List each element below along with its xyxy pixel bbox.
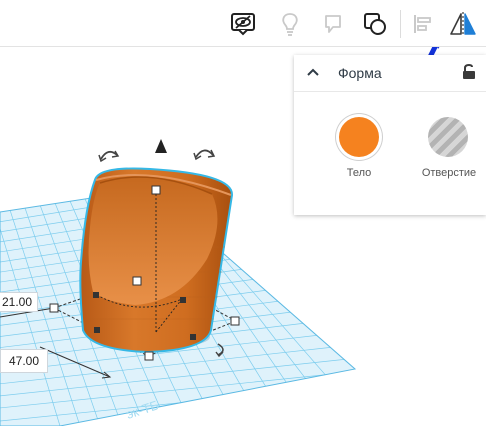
top-toolbar [0,0,486,47]
corner-handle-front [144,351,154,361]
corner-handle-left [49,303,59,313]
width-dimension-label[interactable]: 21.00 [0,292,39,312]
group-icon[interactable] [357,6,393,42]
eye-toggle-icon[interactable] [225,6,261,42]
shape-panel-title: Форма [338,65,382,81]
corner-handle-right [230,316,240,326]
top-height-handle [151,185,161,195]
orange-cylinder-shape[interactable] [79,167,233,354]
length-dimension-label[interactable]: 47.00 [0,349,49,373]
mirror-icon[interactable] [445,6,481,42]
align-icon[interactable] [405,6,441,42]
edge-handle-left [93,292,99,298]
lightbulb-icon[interactable] [272,6,308,42]
shape-panel: Форма Тело Отверстие [294,55,486,215]
speech-bubble-icon[interactable] [315,6,351,42]
edge-handle-front-left [94,327,100,333]
solid-label: Тело [346,167,372,179]
hole-label: Отверстие [421,167,477,179]
shape-panel-header[interactable]: Форма [294,55,486,92]
center-handle [132,276,142,286]
unlock-icon[interactable] [462,64,476,80]
hole-color-swatch[interactable] [428,117,468,157]
chevron-up-icon[interactable] [306,67,320,77]
rotate-left-icon [100,150,118,160]
edge-handle-front-right [190,334,196,340]
edge-handle-back [180,297,186,303]
lift-arrow-icon [155,139,167,153]
toolbar-divider [400,10,401,38]
solid-color-swatch[interactable] [339,117,379,157]
